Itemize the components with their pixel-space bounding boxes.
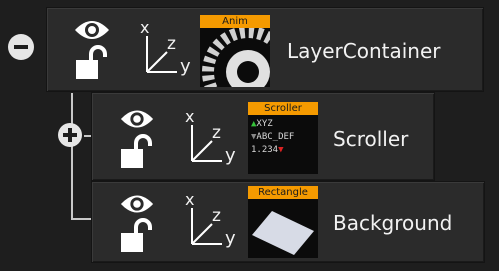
scroller-icon: ▲XYZ ▼ABC_DEF 1.234▼ bbox=[251, 119, 295, 155]
scroller-line: XYZ bbox=[256, 119, 273, 129]
axis-label-x: x bbox=[185, 107, 195, 126]
tree-node-layercontainer[interactable]: x z y Anim LayerContainer bbox=[46, 7, 484, 92]
rectangle-thumbnail: Rectangle bbox=[248, 186, 318, 258]
unlock-icon[interactable] bbox=[119, 218, 153, 254]
scroller-line: 1.234 bbox=[251, 145, 279, 155]
eye-icon[interactable] bbox=[73, 18, 111, 42]
node-label-background: Background bbox=[333, 211, 453, 235]
unlock-icon[interactable] bbox=[74, 45, 108, 81]
thumbnail-label: Anim bbox=[200, 15, 270, 28]
node-label-layercontainer: LayerContainer bbox=[287, 39, 441, 63]
scroller-line: ABC_DEF bbox=[256, 132, 295, 142]
collapse-button[interactable] bbox=[8, 34, 34, 60]
tree-node-background[interactable]: x z y Rectangle Background bbox=[91, 181, 485, 263]
axis-label-z: z bbox=[212, 123, 221, 143]
expand-button[interactable] bbox=[58, 123, 82, 147]
axis-label-y: y bbox=[180, 56, 191, 77]
axis-label-x: x bbox=[140, 18, 150, 37]
anim-thumbnail: Anim bbox=[200, 15, 270, 87]
eye-icon[interactable] bbox=[119, 107, 155, 131]
axis-label-z: z bbox=[167, 34, 176, 54]
thumbnail-label: Scroller bbox=[248, 102, 318, 115]
eye-icon[interactable] bbox=[119, 192, 155, 216]
rectangle-icon bbox=[252, 211, 314, 255]
tree-connector-horizontal bbox=[71, 218, 91, 220]
minus-icon bbox=[14, 45, 28, 49]
unlock-icon[interactable] bbox=[119, 134, 153, 170]
scene-tree: x z y Anim LayerContainer x z y Scroller… bbox=[0, 0, 499, 271]
tree-node-scroller[interactable]: x z y Scroller ▲XYZ ▼ABC_DEF 1.234▼ Scro… bbox=[91, 92, 435, 181]
axis-label-z: z bbox=[212, 206, 221, 226]
axis-label-y: y bbox=[225, 228, 236, 249]
scroller-thumbnail: Scroller ▲XYZ ▼ABC_DEF 1.234▼ bbox=[248, 102, 318, 174]
node-label-scroller: Scroller bbox=[333, 127, 409, 151]
axis-label-x: x bbox=[185, 190, 195, 209]
tree-connector-horizontal bbox=[84, 135, 91, 137]
thumbnail-label: Rectangle bbox=[248, 186, 318, 199]
gear-wheel-icon bbox=[202, 26, 270, 87]
axis-label-y: y bbox=[225, 145, 236, 166]
tree-connector-vertical bbox=[71, 93, 73, 219]
plus-icon bbox=[63, 128, 77, 142]
